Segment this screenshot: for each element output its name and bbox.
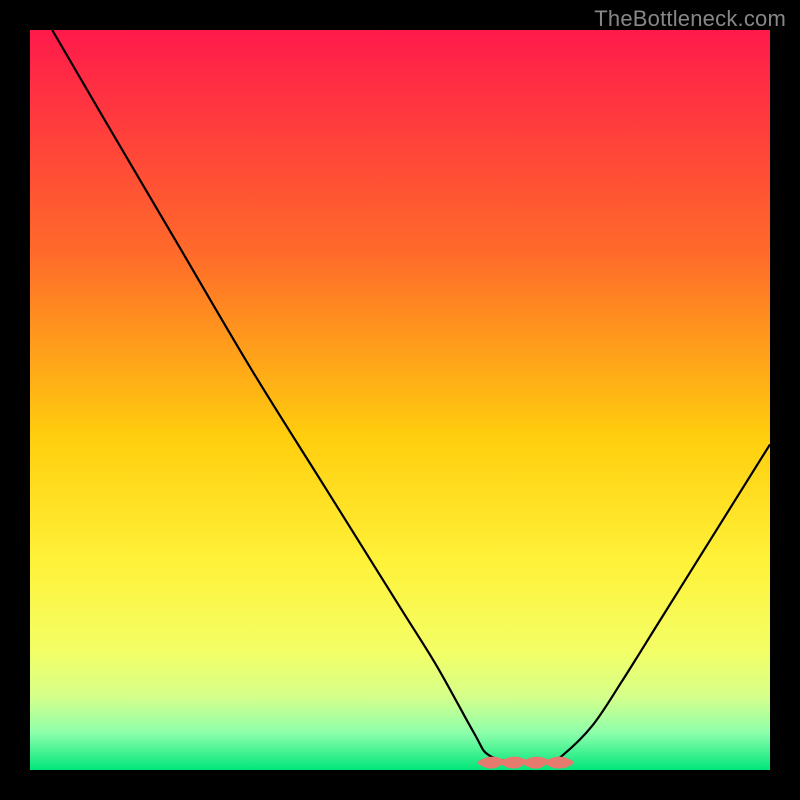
chart-container: TheBottleneck.com xyxy=(0,0,800,800)
watermark-text: TheBottleneck.com xyxy=(594,6,786,32)
gradient-background xyxy=(30,30,770,770)
chart-svg xyxy=(30,30,770,770)
plot-area xyxy=(30,30,770,770)
